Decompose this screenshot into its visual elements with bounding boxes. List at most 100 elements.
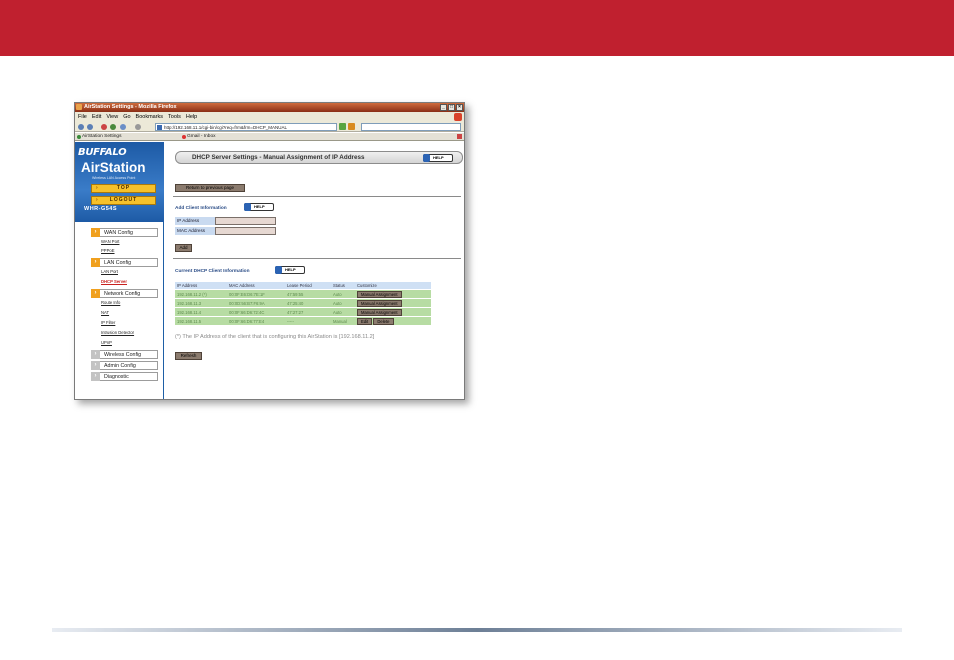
sidebar-item-upnp[interactable]: UPnP: [101, 340, 112, 345]
sidebar: BUFFALO AirStation Wireless LAN Access P…: [75, 142, 164, 399]
dhcp-client-table: IP Address MAC Address Lease Period Stat…: [175, 281, 431, 326]
address-bar[interactable]: http://192.168.11.1/cgi-bin/cgi?req=frm&…: [155, 123, 337, 131]
firefox-icon: [76, 104, 82, 110]
mac-address-label: MAC Address: [175, 227, 215, 235]
gmail-icon: [182, 135, 186, 139]
search-input[interactable]: [361, 123, 461, 131]
manual-assignment-button[interactable]: Manual Assignment: [357, 290, 402, 298]
menu-help[interactable]: Help: [186, 112, 197, 122]
window-title: AirStation Settings - Mozilla Firefox: [84, 104, 177, 110]
window-titlebar: AirStation Settings - Mozilla Firefox _ …: [75, 103, 464, 112]
return-button[interactable]: Return to previous page: [175, 184, 245, 192]
sidebar-item-nat[interactable]: NAT: [101, 310, 109, 315]
tab-label: Gmail - Inbox: [187, 134, 216, 139]
main-panel: DHCP Server Settings - Manual Assignment…: [171, 142, 463, 399]
slide-footer-rule: [52, 628, 902, 632]
menu-go[interactable]: Go: [123, 112, 130, 122]
menu-label: Admin Config: [104, 363, 136, 369]
sidebar-item-route-info[interactable]: Route Info: [101, 300, 120, 305]
help-button[interactable]: HELP: [244, 203, 274, 211]
menu-wireless-config[interactable]: › Wireless Config: [91, 350, 158, 359]
ip-cell: 192.168.11.5: [175, 317, 227, 325]
sidebar-item-wan-port[interactable]: WAN Port: [101, 239, 119, 244]
go-icon[interactable]: [339, 123, 346, 130]
customize-cell: Manual Assignment: [355, 290, 431, 298]
brand-subtitle: Wireless LAN Access Point: [92, 176, 136, 180]
ip-cell: 192.168.11.2 (*): [175, 290, 227, 298]
forward-icon[interactable]: [87, 124, 93, 130]
chevron-right-icon: ›: [91, 350, 100, 359]
column-header: Customize: [355, 282, 431, 289]
navigation-toolbar: http://192.168.11.1/cgi-bin/cgi?req=frm&…: [75, 122, 464, 132]
client-note: (*) The IP Address of the client that is…: [175, 334, 375, 340]
maximize-icon[interactable]: □: [448, 104, 455, 111]
column-header: MAC Address: [227, 282, 285, 289]
table-header-row: IP Address MAC Address Lease Period Stat…: [175, 282, 431, 289]
menu-label: LAN Config: [104, 260, 132, 266]
help-icon: [275, 266, 282, 274]
chevron-right-icon: ›: [91, 228, 100, 237]
tab-strip: AirStation Settings Gmail - Inbox: [75, 133, 464, 141]
ip-address-field[interactable]: [215, 217, 276, 225]
logout-button[interactable]: › LOGOUT: [91, 196, 156, 205]
stop-icon[interactable]: [101, 124, 107, 130]
current-clients-title: Current DHCP Client Information: [175, 269, 250, 274]
lease-cell: -----: [285, 317, 331, 325]
tab-gmail-inbox[interactable]: Gmail - Inbox: [181, 133, 281, 141]
reload-icon[interactable]: [110, 124, 116, 130]
close-tab-icon[interactable]: [457, 134, 462, 139]
menu-bookmarks[interactable]: Bookmarks: [136, 112, 164, 122]
menu-label: Wireless Config: [104, 352, 142, 358]
menu-admin-config[interactable]: › Admin Config: [91, 361, 158, 370]
slide-header-band: [0, 0, 954, 56]
chevron-right-icon: ›: [91, 289, 100, 298]
help-button[interactable]: HELP: [423, 154, 453, 162]
minimize-icon[interactable]: _: [440, 104, 447, 111]
throbber-icon: [454, 113, 462, 121]
menu-view[interactable]: View: [106, 112, 118, 122]
sidebar-item-ip-filter[interactable]: IP Filter: [101, 320, 115, 325]
tab-airstation-settings[interactable]: AirStation Settings: [76, 133, 180, 141]
sidebar-item-lan-port[interactable]: LAN Port: [101, 269, 118, 274]
manual-assignment-button[interactable]: Manual Assignment: [357, 299, 402, 307]
table-row: 192.168.11.3 00:0D:56:B7:F6:9A 47:25:40 …: [175, 299, 431, 307]
top-button[interactable]: › TOP: [91, 184, 156, 193]
help-icon: [423, 154, 430, 162]
sidebar-item-intrusion-detector[interactable]: Intrusion Detector: [101, 330, 134, 335]
rss-icon[interactable]: [348, 123, 355, 130]
divider: [173, 258, 461, 259]
sidebar-item-dhcp-server[interactable]: DHCP Server: [101, 279, 127, 284]
menu-edit[interactable]: Edit: [92, 112, 101, 122]
brand-panel: BUFFALO AirStation Wireless LAN Access P…: [75, 142, 164, 222]
close-icon[interactable]: ×: [456, 104, 463, 111]
model-name: WHR-G54S: [84, 206, 118, 212]
chevron-right-icon: ›: [91, 361, 100, 370]
add-client-title: Add Client Information: [175, 206, 227, 211]
print-icon[interactable]: [135, 124, 141, 130]
slide: AirStation Settings - Mozilla Firefox _ …: [0, 0, 954, 660]
home-icon[interactable]: [120, 124, 126, 130]
airstation-logo: AirStation: [81, 160, 146, 175]
manual-assignment-button[interactable]: Manual Assignment: [357, 308, 402, 316]
tab-label: AirStation Settings: [82, 134, 122, 139]
add-button[interactable]: Add: [175, 244, 192, 252]
menu-tools[interactable]: Tools: [168, 112, 181, 122]
delete-button[interactable]: Delete: [373, 317, 394, 325]
column-header: IP Address: [175, 282, 227, 289]
menu-diagnostic[interactable]: › Diagnostic: [91, 372, 158, 381]
back-icon[interactable]: [78, 124, 84, 130]
menu-lan-config[interactable]: › LAN Config: [91, 258, 158, 267]
sidebar-item-pppoe[interactable]: PPPoE: [101, 248, 115, 253]
mac-address-field[interactable]: [215, 227, 276, 235]
menu-bar: File Edit View Go Bookmarks Tools Help: [75, 112, 464, 122]
menu-file[interactable]: File: [78, 112, 87, 122]
refresh-button[interactable]: Refresh: [175, 352, 202, 360]
ip-cell: 192.168.11.4: [175, 308, 227, 316]
page-title: DHCP Server Settings - Manual Assignment…: [175, 151, 463, 164]
menu-network-config[interactable]: › Network Config: [91, 289, 158, 298]
ip-address-label: IP Address: [175, 217, 215, 225]
edit-button[interactable]: Edit: [357, 317, 373, 325]
menu-wan-config[interactable]: › WAN Config: [91, 228, 158, 237]
help-button[interactable]: HELP: [275, 266, 305, 274]
tab-favicon-icon: [77, 135, 81, 139]
